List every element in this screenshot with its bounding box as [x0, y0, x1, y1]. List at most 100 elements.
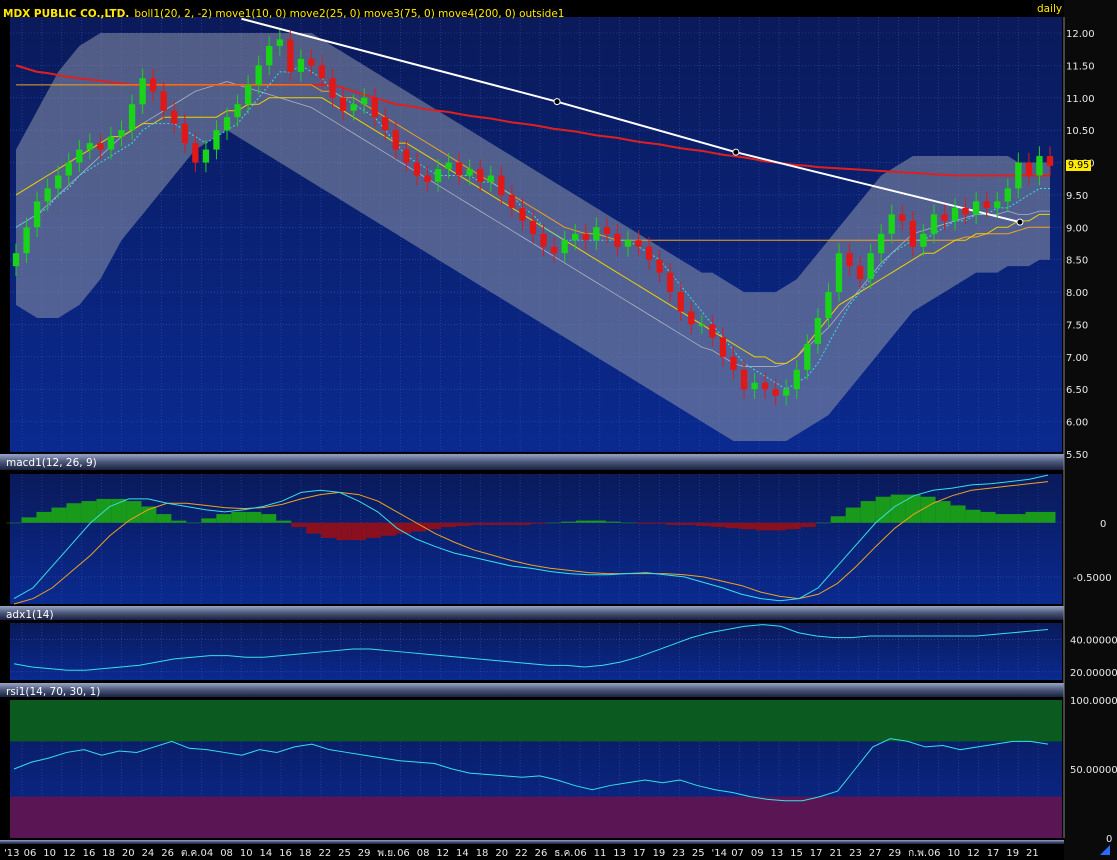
candle-body — [192, 143, 199, 163]
macd-hist-bar — [785, 522, 801, 530]
date-axis-label: 06 — [928, 848, 941, 859]
macd-hist-bar — [141, 506, 157, 523]
date-axis-label: 19 — [653, 848, 666, 859]
macd-hist-bar — [560, 521, 576, 523]
date-axis-label: 23 — [672, 848, 685, 859]
candle-body — [413, 162, 421, 176]
date-axis-label: 19 — [1006, 848, 1019, 859]
candle-body — [951, 207, 959, 221]
date-axis-label: 20 — [122, 848, 135, 859]
candle-body — [994, 201, 1001, 208]
candle-body — [561, 240, 568, 254]
candle-body — [930, 214, 938, 234]
macd-hist-bar — [186, 522, 202, 524]
candle-body — [392, 130, 400, 150]
macd-hist-bar — [21, 517, 37, 523]
macd-hist-bar — [650, 522, 666, 524]
candle-body — [972, 201, 980, 215]
candle-body — [656, 259, 663, 273]
macd-hist-bar — [740, 522, 756, 530]
candle-body — [23, 227, 30, 254]
macd-hist-bar — [471, 522, 487, 525]
price-axis-label: 12.00 — [1066, 29, 1095, 40]
price-axis-label: 7.50 — [1066, 320, 1088, 331]
macd-hist-bar — [171, 520, 187, 523]
date-axis-label: 17 — [987, 848, 1000, 859]
stock-chart[interactable]: 12.0011.5011.0010.5010.009.509.008.508.0… — [0, 0, 1117, 860]
date-axis-label: '13 — [4, 848, 19, 859]
candle-body — [1046, 156, 1054, 166]
candle-body — [244, 84, 252, 105]
chart-canvas[interactable]: 12.0011.5011.0010.5010.009.509.008.508.0… — [0, 0, 1117, 860]
candle-body — [814, 317, 822, 344]
date-axis-label: 22 — [515, 848, 528, 859]
candle-body — [371, 97, 378, 118]
macd-hist-bar — [680, 522, 696, 525]
candle-body — [582, 233, 589, 241]
last-price-badge: 9.95 — [1066, 160, 1092, 171]
candle-body — [1015, 162, 1022, 189]
candle-body — [318, 65, 326, 79]
candle-body — [455, 162, 463, 176]
date-axis-label: 06 — [397, 848, 410, 859]
candle-body — [635, 240, 642, 247]
date-axis-label: 10 — [43, 848, 56, 859]
candle-body — [76, 149, 83, 163]
adx-axis-label: 20.00000 — [1070, 668, 1117, 679]
panel-adx — [10, 623, 1062, 680]
candle-body — [287, 39, 294, 72]
candle-body — [508, 194, 516, 208]
candle-body — [33, 201, 41, 228]
scroll-arrow-icon[interactable] — [1096, 842, 1114, 858]
candle-body — [149, 78, 157, 92]
date-axis-label: 14 — [260, 848, 273, 859]
candle-body — [529, 220, 537, 234]
candle-body — [593, 227, 600, 241]
candle-body — [730, 356, 737, 370]
period-label[interactable]: daily — [1037, 3, 1062, 15]
candle-body — [825, 292, 832, 318]
candle-body — [846, 253, 853, 267]
trendline-handle — [1016, 218, 1024, 226]
date-axis-label: 13 — [771, 848, 784, 859]
rsi-oversold-zone — [10, 796, 1062, 838]
candle-body — [920, 233, 927, 247]
candle-body — [107, 136, 115, 150]
macd-hist-bar — [366, 522, 382, 538]
trendline-handle — [553, 98, 561, 106]
date-axis-label: 06 — [574, 848, 587, 859]
candle-body — [139, 78, 146, 105]
candle-body — [65, 162, 72, 176]
trendline-handle — [732, 148, 740, 156]
adx-axis-label: 40.00000 — [1070, 635, 1117, 646]
macd-axis-label: 0 — [1100, 519, 1106, 530]
date-axis-label: 21 — [829, 848, 842, 859]
date-axis-label: 10 — [947, 848, 960, 859]
candle-body — [856, 266, 864, 280]
macd-hist-bar — [36, 511, 52, 523]
macd-hist-bar — [710, 522, 726, 528]
macd-hist-bar — [800, 522, 816, 528]
macd-hist-bar — [575, 520, 591, 523]
date-axis-label: 17 — [810, 848, 823, 859]
macd-hist-bar — [426, 522, 442, 530]
date-axis-label: ต.ค. — [181, 848, 201, 859]
candle-body — [899, 214, 906, 221]
candle-body — [719, 337, 727, 357]
candle-body — [835, 253, 843, 293]
chart-header: MDX PUBLIC CO.,LTD. boll1(20, 2, -2) mov… — [3, 2, 565, 21]
price-axis-label: 9.00 — [1066, 223, 1088, 234]
macd-hist-bar — [6, 522, 22, 524]
macd-hist-bar — [950, 505, 966, 523]
candle-body — [223, 117, 231, 131]
candle-body — [339, 97, 347, 111]
macd-hist-bar — [1040, 511, 1056, 523]
macd-axis-label: -0.5000 — [1073, 573, 1112, 584]
price-axis-label: 7.00 — [1066, 353, 1088, 364]
macd-hist-bar — [1010, 514, 1026, 523]
macd-hist-bar — [830, 516, 846, 523]
price-axis-label: 5.50 — [1066, 450, 1088, 461]
candle-body — [677, 292, 684, 312]
macd-hist-bar — [935, 501, 951, 523]
candle-body — [266, 45, 273, 66]
